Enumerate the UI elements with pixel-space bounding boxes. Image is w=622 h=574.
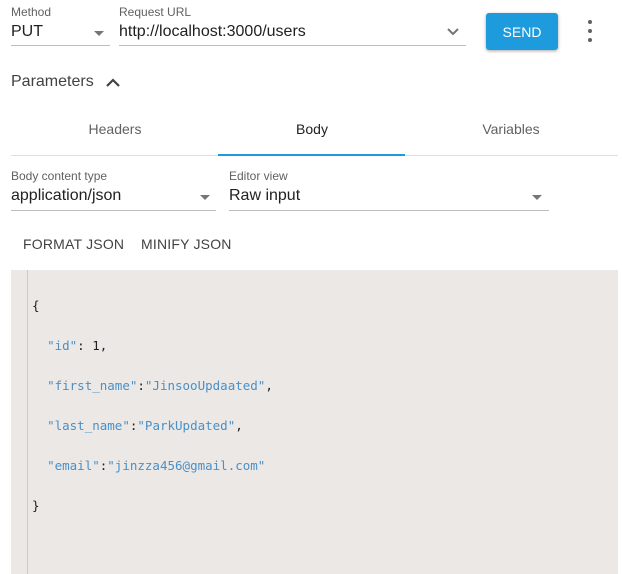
active-tab-indicator bbox=[218, 154, 405, 156]
method-select[interactable]: PUT bbox=[11, 23, 43, 41]
format-json-button[interactable]: FORMAT JSON bbox=[23, 236, 124, 252]
url-label: Request URL bbox=[119, 5, 192, 19]
editor-view-label: Editor view bbox=[229, 169, 288, 183]
send-button[interactable]: SEND bbox=[486, 13, 558, 50]
editor-view-underline bbox=[229, 210, 549, 211]
method-underline bbox=[11, 45, 110, 46]
code-line: "id": 1, bbox=[47, 338, 108, 353]
code-line: "last_name":"ParkUpdated", bbox=[47, 418, 243, 433]
url-underline bbox=[119, 45, 466, 46]
method-dropdown-arrow-icon[interactable] bbox=[94, 31, 104, 36]
tab-body[interactable]: Body bbox=[252, 121, 372, 137]
open-brace: { bbox=[32, 298, 40, 313]
content-type-label: Body content type bbox=[11, 169, 108, 183]
parameters-title: Parameters bbox=[11, 73, 94, 90]
content-type-select[interactable]: application/json bbox=[11, 187, 121, 205]
code-line: "email":"jinzza456@gmail.com" bbox=[47, 458, 266, 473]
more-options-icon[interactable] bbox=[580, 20, 600, 42]
json-code[interactable]: { "id": 1, "first_name":"JinsooUpdaated"… bbox=[32, 276, 273, 536]
url-history-chevron-down-icon[interactable] bbox=[446, 27, 460, 37]
editor-view-select[interactable]: Raw input bbox=[229, 187, 300, 205]
content-type-underline bbox=[11, 210, 216, 211]
method-label: Method bbox=[11, 5, 52, 19]
editor-gutter bbox=[27, 270, 28, 574]
tab-variables[interactable]: Variables bbox=[451, 121, 571, 137]
tab-headers[interactable]: Headers bbox=[55, 121, 175, 137]
collapse-chevron-up-icon[interactable] bbox=[104, 75, 122, 89]
url-input[interactable]: http://localhost:3000/users bbox=[119, 23, 306, 41]
close-brace: } bbox=[32, 498, 40, 513]
code-line: "first_name":"JinsooUpdaated", bbox=[47, 378, 273, 393]
editor-view-dropdown-arrow-icon[interactable] bbox=[532, 195, 542, 200]
content-type-dropdown-arrow-icon[interactable] bbox=[200, 195, 210, 200]
minify-json-button[interactable]: MINIFY JSON bbox=[141, 236, 232, 252]
